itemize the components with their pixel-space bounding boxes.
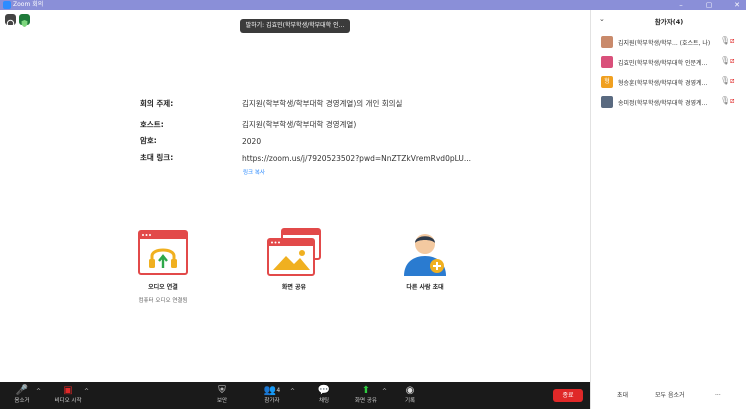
- participant-name: 형승훈(학부학생/학부대학 경영계...: [618, 80, 708, 87]
- record-label: 기록: [404, 398, 416, 404]
- invite-link-label: 초대 링크:: [140, 153, 174, 162]
- audio-option[interactable]: [138, 230, 188, 275]
- minimize-button[interactable]: –: [676, 0, 686, 10]
- topic-label: 회의 주제:: [140, 99, 174, 108]
- maximize-button[interactable]: ▢: [704, 0, 714, 10]
- host-value: 김지원(학부학생/학부대학 경영계열): [242, 120, 357, 129]
- share-screen-button[interactable]: ⬆ 화면 공유: [346, 384, 386, 405]
- speaker-banner: 발하기: 김효민(학부학생/학부대학 인...: [240, 19, 350, 33]
- avatar: 형: [601, 76, 613, 88]
- headphones-icon: [138, 230, 188, 275]
- share-screen-option[interactable]: [266, 228, 322, 278]
- audio-options-chevron-icon[interactable]: ^: [36, 388, 41, 395]
- mic-icon[interactable]: 🎙: [720, 76, 730, 85]
- video-options-chevron-icon[interactable]: ^: [84, 388, 89, 395]
- participants-icon: 👥4: [263, 385, 281, 396]
- audio-option-label: 오디오 연결: [148, 284, 178, 291]
- share-screen-label: 화면 공유: [281, 284, 307, 291]
- participant-name: 김지원(학부학생/학부... (호스트, 나): [618, 40, 711, 47]
- host-label: 호스트:: [140, 120, 164, 129]
- record-icon: ◉: [405, 385, 415, 396]
- participant-row[interactable]: 송미정(학부학생/학부대학 경영계... 🎙 ⧄: [591, 94, 746, 110]
- chat-icon: 💬: [317, 385, 331, 396]
- avatar: [601, 36, 613, 48]
- record-button[interactable]: ◉ 기록: [390, 384, 430, 405]
- video-off-icon[interactable]: ⧄: [730, 97, 734, 106]
- video-off-icon[interactable]: ⧄: [730, 57, 734, 66]
- info-icon[interactable]: [5, 14, 16, 28]
- video-off-icon[interactable]: ⧄: [730, 77, 734, 86]
- avatar: [601, 56, 613, 68]
- mute-all-button[interactable]: 모두 음소거: [655, 390, 685, 399]
- participants-title: 참가자(4): [654, 18, 684, 26]
- chat-label: 채팅: [318, 398, 330, 404]
- participant-row[interactable]: 김효민(학부학생/학부대학 인문계... 🎙 ⧄: [591, 54, 746, 70]
- participant-name: 김효민(학부학생/학부대학 인문계...: [618, 60, 708, 67]
- video-off-icon: ▣: [63, 385, 73, 396]
- shield-icon: ⛨: [218, 385, 226, 396]
- mic-muted-icon[interactable]: 🎙: [720, 96, 730, 105]
- invite-link-value: https://zoom.us/j/7920523502?pwd=NnZTZkV…: [242, 154, 472, 163]
- invite-person-icon: [404, 234, 446, 276]
- mic-icon[interactable]: 🎙: [720, 36, 730, 45]
- title-bar: Zoom 회의 – ▢ ✕: [0, 0, 746, 10]
- avatar: [601, 96, 613, 108]
- meeting-main-area: 회의 주제: 김지원(학부학생/학부대학 경영계열)의 개인 회의실 호스트: …: [0, 10, 590, 382]
- security-label: 보안: [216, 398, 228, 404]
- participants-panel: ⌄ 참가자(4) 김지원(학부학생/학부... (호스트, 나) 🎙 ⧄ 김효민…: [590, 10, 746, 409]
- window-title: Zoom 회의: [13, 1, 44, 8]
- copy-link-button[interactable]: 링크 복사: [243, 168, 265, 176]
- mute-label: 음소거: [14, 398, 30, 404]
- mic-icon[interactable]: 🎙: [720, 56, 730, 65]
- participants-options-chevron-icon[interactable]: ^: [290, 388, 295, 395]
- password-value: 2020: [242, 137, 262, 146]
- participant-row[interactable]: 형 형승훈(학부학생/학부대학 경영계... 🎙 ⧄: [591, 74, 746, 90]
- audio-option-status: 컴퓨터 오디오 연결됨: [138, 298, 188, 304]
- start-video-button[interactable]: ▣ 비디오 시작: [48, 384, 88, 405]
- meeting-toolbar: 🎤 음소거 ^ ▣ 비디오 시작 ^ ⛨ 보안 👥4 참가자 ^ 💬 채팅 ⬆ …: [0, 382, 590, 409]
- invite-others-label: 다른 사람 초대: [406, 284, 444, 291]
- encryption-shield-icon[interactable]: [19, 14, 30, 27]
- more-options-button[interactable]: ...: [715, 390, 721, 397]
- chat-button[interactable]: 💬 채팅: [304, 384, 344, 405]
- end-meeting-button[interactable]: 종료: [553, 389, 583, 402]
- security-button[interactable]: ⛨ 보안: [202, 384, 242, 405]
- start-video-label: 비디오 시작: [54, 398, 82, 404]
- topic-value: 김지원(학부학생/학부대학 경영계열)의 개인 회의실: [242, 99, 403, 108]
- participant-name: 송미정(학부학생/학부대학 경영계...: [618, 100, 708, 107]
- participants-count: 4: [276, 387, 281, 394]
- share-screen-arrow-icon: ⬆: [361, 385, 371, 396]
- participants-button[interactable]: 👥4 참가자: [252, 384, 292, 405]
- zoom-logo-icon: [3, 1, 11, 9]
- invite-others-option[interactable]: [402, 228, 448, 278]
- video-off-icon[interactable]: ⧄: [730, 37, 734, 46]
- close-button[interactable]: ✕: [732, 0, 742, 10]
- participants-label: 참가자: [264, 398, 280, 404]
- participant-row[interactable]: 김지원(학부학생/학부... (호스트, 나) 🎙 ⧄: [591, 34, 746, 50]
- password-label: 암호:: [140, 136, 157, 145]
- invite-button[interactable]: 초대: [617, 390, 628, 399]
- share-options-chevron-icon[interactable]: ^: [382, 388, 387, 395]
- share-screen-icon: [267, 228, 321, 276]
- share-screen-button-label: 화면 공유: [355, 398, 377, 404]
